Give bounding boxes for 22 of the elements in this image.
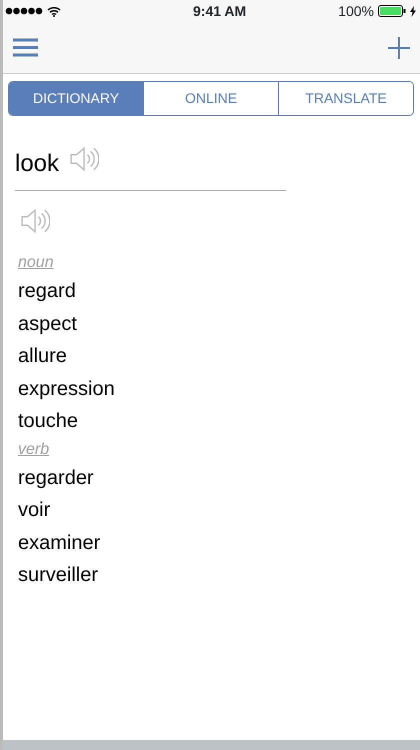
translation[interactable]: regard [18, 280, 76, 302]
translation[interactable]: voir [18, 499, 50, 521]
wifi-icon [47, 6, 61, 16]
signal-icon [5, 7, 43, 15]
tab[interactable]: TRANSLATE [278, 82, 413, 115]
battery-icon [378, 5, 406, 17]
translation[interactable]: expression [18, 378, 115, 400]
menu-icon[interactable] [13, 38, 38, 57]
translation[interactable]: allure [18, 345, 67, 367]
battery-percent: 100% [338, 2, 374, 20]
translation[interactable]: examiner [18, 532, 100, 554]
translation[interactable]: regarder [18, 466, 94, 488]
headword: look [15, 149, 60, 179]
add-icon[interactable] [388, 36, 410, 58]
charging-icon [410, 6, 416, 16]
tab[interactable]: DICTIONARY [9, 82, 143, 115]
status-time: 9:41 AM [193, 2, 246, 20]
translation[interactable]: touche [18, 410, 78, 432]
translation[interactable]: surveiller [18, 564, 98, 586]
translation[interactable]: aspect [18, 312, 77, 334]
part-of-speech: noun [18, 253, 54, 273]
part-of-speech: verb [18, 440, 50, 460]
